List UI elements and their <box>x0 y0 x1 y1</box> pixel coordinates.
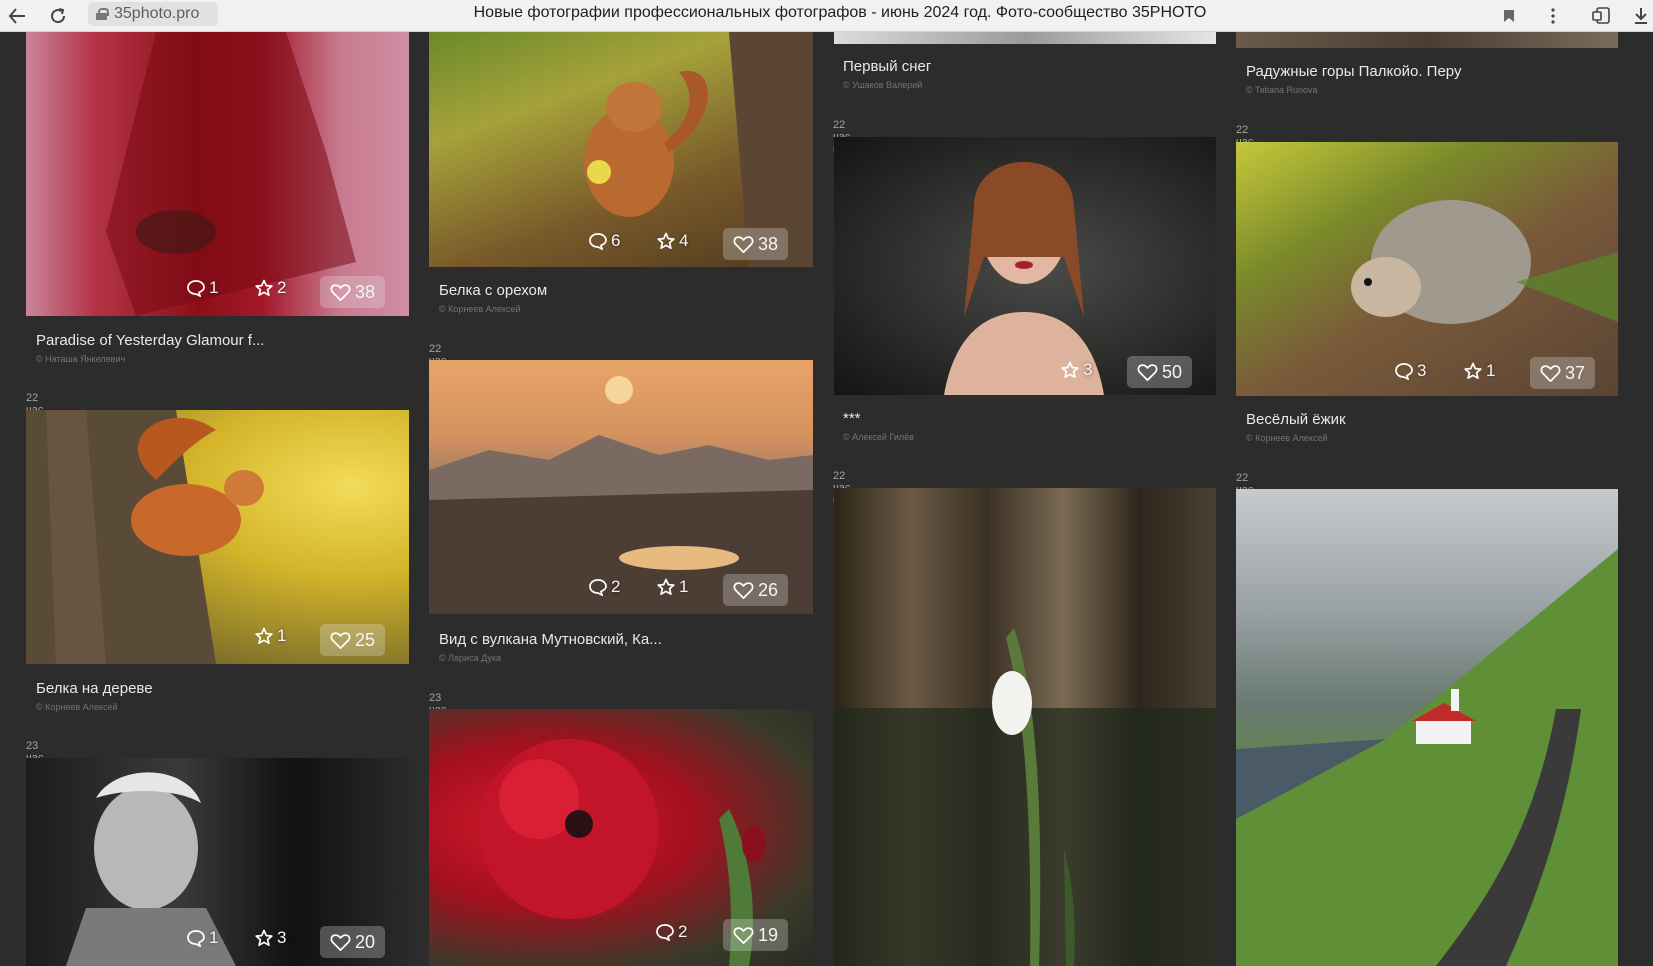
menu-dots-icon[interactable] <box>1543 0 1563 32</box>
photo-author[interactable]: © Алексей Гилёв <box>843 432 914 442</box>
comment-icon <box>588 232 608 250</box>
heart-icon <box>733 926 754 945</box>
like-button[interactable]: 25 <box>320 624 386 656</box>
photo-title[interactable]: Радужные горы Палкойо. Перу <box>1246 63 1461 80</box>
photo-title[interactable]: Белка с орехом <box>439 282 547 299</box>
favorites-count: 4 <box>656 231 688 251</box>
favorites-count: 2 <box>254 278 286 298</box>
photo-image[interactable] <box>1236 489 1618 966</box>
star-icon <box>254 929 274 947</box>
like-button[interactable]: 38 <box>320 276 386 308</box>
favorites-count: 1 <box>254 626 286 646</box>
photo-author[interactable]: © Корнеев Алексей <box>36 702 117 712</box>
photo-image[interactable] <box>834 488 1216 966</box>
lock-icon <box>96 8 109 20</box>
heart-icon <box>330 283 351 302</box>
photo-title[interactable]: Белка на дереве <box>36 680 153 697</box>
star-icon <box>1463 362 1483 380</box>
comments-count: 3 <box>1394 361 1426 381</box>
comment-icon <box>655 923 675 941</box>
favorites-count: 3 <box>1060 360 1092 380</box>
like-button[interactable]: 50 <box>1127 356 1193 388</box>
favorites-count: 1 <box>1463 361 1495 381</box>
photo-author[interactable]: © Лариса Дука <box>439 653 501 663</box>
star-icon <box>656 232 676 250</box>
comment-icon <box>186 279 206 297</box>
comments-count: 2 <box>588 577 620 597</box>
page-title: Новые фотографии профессиональных фотогр… <box>473 4 1207 21</box>
comment-icon <box>1394 362 1414 380</box>
photo-image[interactable] <box>26 32 409 316</box>
star-icon <box>254 627 274 645</box>
heart-icon <box>1540 364 1561 383</box>
bookmark-icon[interactable] <box>1498 0 1520 32</box>
like-button[interactable]: 37 <box>1530 357 1596 389</box>
photo-title[interactable]: Вид с вулкана Мутновский, Ка... <box>439 631 662 648</box>
photo-author[interactable]: © Корнеев Алексей <box>1246 433 1327 443</box>
photo-title[interactable]: Paradise of Yesterday Glamour f... <box>36 332 264 349</box>
browser-toolbar: 35photo.pro Новые фотографии профессиона… <box>0 0 1653 32</box>
photo-title[interactable]: *** <box>843 410 861 427</box>
like-button[interactable]: 26 <box>723 574 789 606</box>
favorites-count: 1 <box>656 577 688 597</box>
heart-icon <box>733 581 754 600</box>
heart-icon <box>330 933 351 952</box>
photo-title[interactable]: Первый снег <box>843 58 931 75</box>
extensions-icon[interactable] <box>1590 0 1614 32</box>
photo-author[interactable]: © Наташа Янкелевич <box>36 354 125 364</box>
photo-author[interactable]: © Корнеев Алексей <box>439 304 520 314</box>
reload-icon[interactable] <box>45 0 71 32</box>
comment-icon <box>588 578 608 596</box>
star-icon <box>656 578 676 596</box>
photo-author[interactable]: © Ушаков Валерий <box>843 80 922 90</box>
address-bar[interactable]: 35photo.pro <box>88 2 218 26</box>
comments-count: 1 <box>186 278 218 298</box>
heart-icon <box>330 631 351 650</box>
like-button[interactable]: 19 <box>723 919 789 951</box>
back-arrow-icon[interactable] <box>4 0 30 32</box>
download-icon[interactable] <box>1630 0 1652 32</box>
like-button[interactable]: 20 <box>320 926 386 958</box>
heart-icon <box>1137 363 1158 382</box>
like-button[interactable]: 38 <box>723 228 789 260</box>
photo-title[interactable]: Весёлый ёжик <box>1246 411 1346 428</box>
photo-image[interactable] <box>834 32 1216 44</box>
star-icon <box>1060 361 1080 379</box>
comments-count: 2 <box>655 922 687 942</box>
heart-icon <box>733 235 754 254</box>
star-icon <box>254 279 274 297</box>
favorites-count: 3 <box>254 928 286 948</box>
photo-image[interactable] <box>1236 32 1618 48</box>
url-text: 35photo.pro <box>114 5 200 22</box>
photo-feed: 1 2 38 Paradise of Yesterday Glamour f..… <box>0 32 1653 966</box>
comment-icon <box>186 929 206 947</box>
comments-count: 6 <box>588 231 620 251</box>
comments-count: 1 <box>186 928 218 948</box>
photo-author[interactable]: © Tatiana Runova <box>1246 85 1318 95</box>
